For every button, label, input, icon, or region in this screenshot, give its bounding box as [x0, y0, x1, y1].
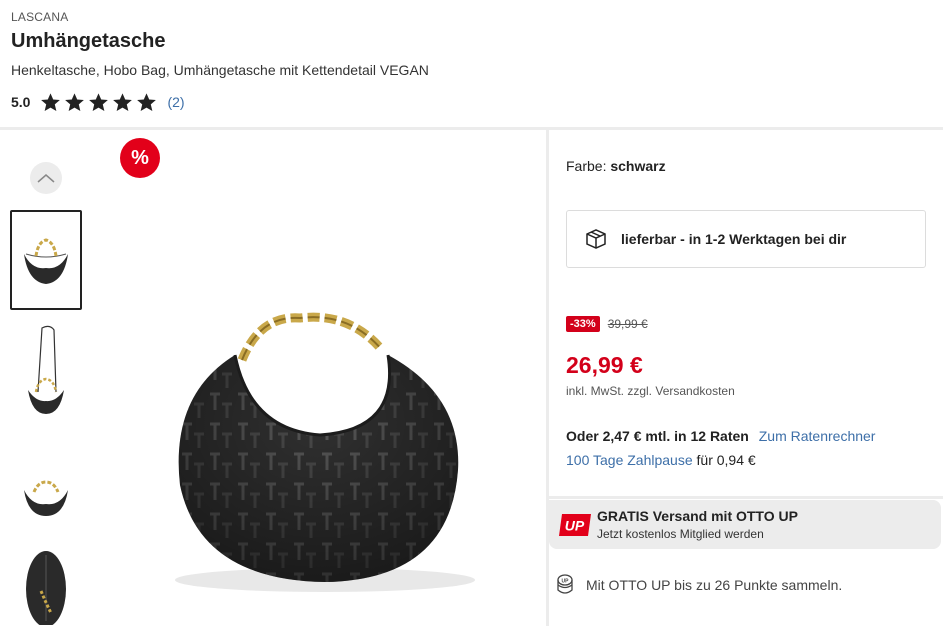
- product-title: Umhängetasche: [11, 30, 166, 52]
- sale-badge: %: [120, 138, 160, 178]
- otto-up-logo-text: UP: [565, 517, 585, 533]
- installment-row: Oder 2,47 € mtl. in 12 Raten Zum Ratenre…: [566, 428, 875, 444]
- vat-info: inkl. MwSt. zzgl. Versandkosten: [566, 384, 735, 398]
- column-divider: [546, 130, 549, 626]
- product-main-image: [175, 312, 475, 592]
- thumbnail-bag-small[interactable]: [10, 440, 82, 540]
- product-header: LASCANA Umhängetasche Henkeltasche, Hobo…: [0, 0, 943, 127]
- thumbnail-scroll-up-button[interactable]: [30, 162, 62, 194]
- discount-badge: -33%: [566, 316, 600, 332]
- bag-strap-thumbnail-image: [28, 325, 64, 414]
- color-selector: Farbe: schwarz: [566, 158, 666, 174]
- otto-up-title: GRATIS Versand mit OTTO UP: [597, 508, 798, 524]
- review-count-link[interactable]: (2): [167, 94, 184, 110]
- otto-up-subtitle: Jetzt kostenlos Mitglied werden: [597, 527, 764, 541]
- installment-text: Oder 2,47 € mtl. in 12 Raten: [566, 428, 749, 444]
- star-icon: [137, 92, 157, 111]
- svg-text:UP: UP: [562, 579, 570, 585]
- star-icon: [89, 92, 109, 111]
- delivery-info-box: lieferbar - in 1-2 Werktagen bei dir: [566, 210, 926, 268]
- color-label: Farbe:: [566, 158, 607, 174]
- paylater-link[interactable]: 100 Tage Zahlpause: [566, 452, 693, 468]
- current-price: 26,99 €: [566, 352, 643, 378]
- brand-name[interactable]: LASCANA: [11, 10, 68, 24]
- star-icon: [41, 92, 61, 111]
- star-icon: [65, 92, 85, 111]
- otto-up-logo-icon: UP: [559, 513, 591, 536]
- discount-row: -33% 39,99 €: [566, 316, 648, 332]
- thumbnail-bag-front[interactable]: [10, 210, 82, 310]
- color-value: schwarz: [610, 158, 666, 174]
- otto-up-points-text: Mit OTTO UP bis zu 26 Punkte sammeln.: [586, 577, 843, 593]
- package-icon: [586, 229, 606, 249]
- otto-up-divider: [549, 496, 943, 499]
- paylater-row: 100 Tage Zahlpause für 0,94 €: [566, 452, 756, 468]
- delivery-text: lieferbar - in 1-2 Werktagen bei dir: [621, 231, 847, 247]
- star-icon: [113, 92, 133, 111]
- shipping-costs-link[interactable]: Versandkosten: [655, 384, 734, 398]
- chevron-up-icon: [37, 174, 55, 183]
- rating-value: 5.0: [11, 94, 31, 110]
- vat-text: inkl. MwSt. zzgl.: [566, 384, 653, 398]
- product-subtitle: Henkeltasche, Hobo Bag, Umhängetasche mi…: [11, 62, 429, 78]
- bag-small-thumbnail-image: [24, 480, 68, 516]
- bag-thumbnail-image: [24, 238, 68, 284]
- rating-stars: [40, 92, 157, 113]
- installment-calculator-link[interactable]: Zum Ratenrechner: [759, 428, 876, 444]
- thumbnail-bag-with-strap[interactable]: [10, 320, 82, 420]
- header-divider: [0, 127, 943, 130]
- otto-up-points-row: UP Mit OTTO UP bis zu 26 Punkte sammeln.: [556, 574, 842, 596]
- paylater-suffix: für 0,94 €: [696, 452, 756, 468]
- bag-top-thumbnail-image: [26, 551, 66, 625]
- thumbnail-bag-top-view[interactable]: [10, 540, 82, 626]
- rating-row[interactable]: 5.0 (2): [11, 90, 185, 114]
- otto-up-banner[interactable]: UP GRATIS Versand mit OTTO UP Jetzt kost…: [549, 500, 941, 549]
- points-coin-icon: UP: [557, 574, 573, 594]
- old-price: 39,99 €: [607, 317, 648, 331]
